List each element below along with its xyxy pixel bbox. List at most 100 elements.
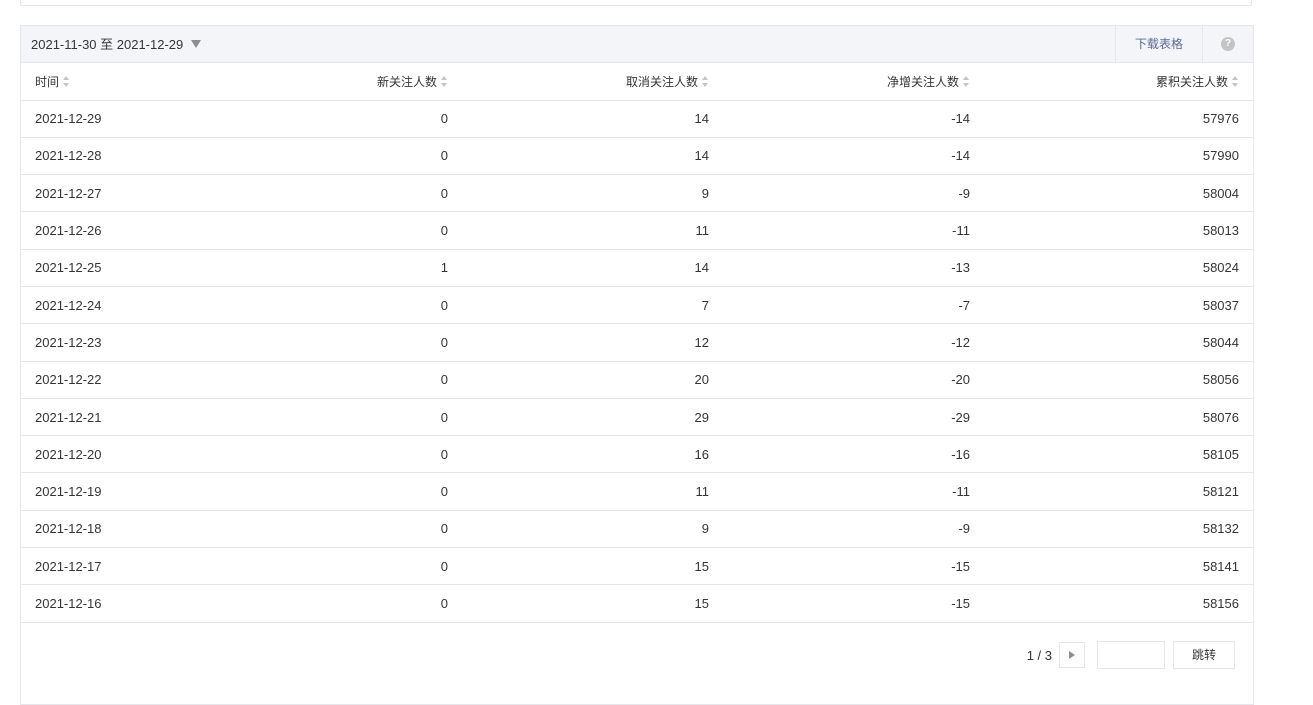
table-cell: 11: [462, 211, 723, 250]
table-cell: 1: [199, 249, 462, 287]
table-cell: 0: [199, 435, 462, 474]
table-row: 2021-12-18 0 9 -9 58132: [21, 510, 1253, 549]
table-toolbar: 2021-11-30 至 2021-12-29 下载表格 ?: [21, 26, 1253, 63]
table-cell: 20: [462, 361, 723, 399]
table-cell: 0: [199, 361, 462, 399]
table-cell: -29: [723, 398, 984, 437]
toolbar-actions: 下载表格 ?: [1115, 26, 1253, 62]
table-cell: 9: [462, 510, 723, 549]
table-cell: -9: [723, 510, 984, 549]
table-cell: 58105: [984, 435, 1253, 474]
table-cell: 58004: [984, 174, 1253, 213]
page-number-input[interactable]: [1097, 641, 1165, 669]
previous-panel-edge: [20, 0, 1252, 6]
table-cell: 2021-12-23: [21, 323, 199, 362]
download-table-button[interactable]: 下载表格: [1115, 26, 1202, 62]
pagination: 1 / 3 跳转: [1027, 640, 1235, 670]
next-page-button[interactable]: [1059, 642, 1085, 668]
table-row: 2021-12-27 0 9 -9 58004: [21, 174, 1253, 213]
table-cell: 9: [462, 174, 723, 213]
table-cell: 0: [199, 323, 462, 362]
table-cell: 0: [199, 510, 462, 549]
table-cell: 0: [199, 472, 462, 511]
date-range-selector[interactable]: 2021-11-30 至 2021-12-29: [31, 26, 202, 63]
table-cell: 58076: [984, 398, 1253, 437]
jump-button[interactable]: 跳转: [1173, 641, 1235, 669]
table-cell: -9: [723, 174, 984, 213]
help-button[interactable]: ?: [1202, 26, 1253, 62]
table-cell: -11: [723, 472, 984, 511]
table-cell: 58044: [984, 323, 1253, 362]
page-indicator: 1 / 3: [1026, 647, 1052, 663]
date-range-label: 2021-11-30 至 2021-12-29: [31, 37, 184, 52]
table-cell: 0: [199, 398, 462, 437]
table-cell: 58024: [984, 249, 1253, 287]
sort-icon[interactable]: [63, 75, 70, 87]
column-header[interactable]: 净增关注人数: [723, 63, 984, 101]
followers-table: 时间 新关注人数 取消关注人数 净增关注人数 累积关注人数 2021-12-29 0 14-…: [21, 63, 1253, 623]
table-cell: 58037: [984, 286, 1253, 325]
table-cell: 2021-12-28: [21, 137, 199, 176]
table-cell: 2021-12-29: [21, 100, 199, 138]
data-table-panel: 2021-11-30 至 2021-12-29 下载表格 ? 时间 新关注人数 取消…: [20, 25, 1254, 705]
table-row: 2021-12-28 0 14 -14 57990: [21, 137, 1253, 176]
table-cell: 58156: [984, 584, 1253, 623]
column-header-label: 新关注人数: [376, 74, 437, 89]
table-cell: 2021-12-21: [21, 398, 199, 437]
caret-down-icon: [191, 40, 202, 48]
sort-icon[interactable]: [1232, 75, 1239, 87]
table-cell: 0: [199, 547, 462, 586]
table-row: 2021-12-24 0 7 -7 58037: [21, 286, 1253, 325]
table-cell: -14: [723, 137, 984, 176]
table-cell: -15: [723, 547, 984, 586]
column-header-label: 净增关注人数: [886, 74, 959, 89]
sort-icon[interactable]: [963, 75, 970, 87]
table-header-row: 时间 新关注人数 取消关注人数 净增关注人数 累积关注人数: [21, 63, 1253, 101]
table-cell: 2021-12-26: [21, 211, 199, 250]
table-body: 2021-12-29 0 14 -14 57976 2021-12-28 0 14 -14 579…: [21, 100, 1253, 623]
column-header-label: 取消关注人数: [625, 74, 698, 89]
table-cell: 58013: [984, 211, 1253, 250]
column-header-label: 时间: [35, 74, 60, 89]
table-cell: -14: [723, 100, 984, 138]
table-cell: 15: [462, 584, 723, 623]
table-row: 2021-12-19 0 11 -11 58121: [21, 472, 1253, 511]
table-cell: 2021-12-17: [21, 547, 199, 586]
table-cell: 0: [199, 100, 462, 138]
table-row: 2021-12-26 0 11 -11 58013: [21, 211, 1253, 250]
table-cell: 2021-12-25: [21, 249, 199, 287]
table-cell: -13: [723, 249, 984, 287]
table-cell: 2021-12-16: [21, 584, 199, 623]
table-cell: 0: [199, 286, 462, 325]
sort-icon[interactable]: [702, 75, 709, 87]
table-row: 2021-12-17 0 15 -15 58141: [21, 547, 1253, 586]
table-cell: 0: [199, 211, 462, 250]
table-cell: 15: [462, 547, 723, 586]
table-cell: 58141: [984, 547, 1253, 586]
table-cell: 2021-12-22: [21, 361, 199, 399]
table-cell: -12: [723, 323, 984, 362]
table-cell: -7: [723, 286, 984, 325]
table-cell: 58056: [984, 361, 1253, 399]
table-cell: 29: [462, 398, 723, 437]
help-icon: ?: [1221, 37, 1235, 51]
table-cell: 0: [199, 174, 462, 213]
table-cell: 0: [199, 584, 462, 623]
column-header[interactable]: 累积关注人数: [984, 63, 1253, 101]
table-cell: 57990: [984, 137, 1253, 176]
table-cell: -11: [723, 211, 984, 250]
table-cell: 14: [462, 249, 723, 287]
chevron-right-icon: [1069, 651, 1075, 659]
column-header[interactable]: 取消关注人数: [462, 63, 723, 101]
table-cell: 0: [199, 137, 462, 176]
table-cell: 16: [462, 435, 723, 474]
column-header[interactable]: 时间: [21, 63, 199, 101]
table-cell: 14: [462, 100, 723, 138]
sort-icon[interactable]: [441, 75, 448, 87]
table-row: 2021-12-25 1 14 -13 58024: [21, 249, 1253, 287]
table-row: 2021-12-22 0 20 -20 58056: [21, 361, 1253, 399]
table-cell: 2021-12-27: [21, 174, 199, 213]
column-header[interactable]: 新关注人数: [199, 63, 462, 101]
table-cell: 58132: [984, 510, 1253, 549]
table-cell: 7: [462, 286, 723, 325]
